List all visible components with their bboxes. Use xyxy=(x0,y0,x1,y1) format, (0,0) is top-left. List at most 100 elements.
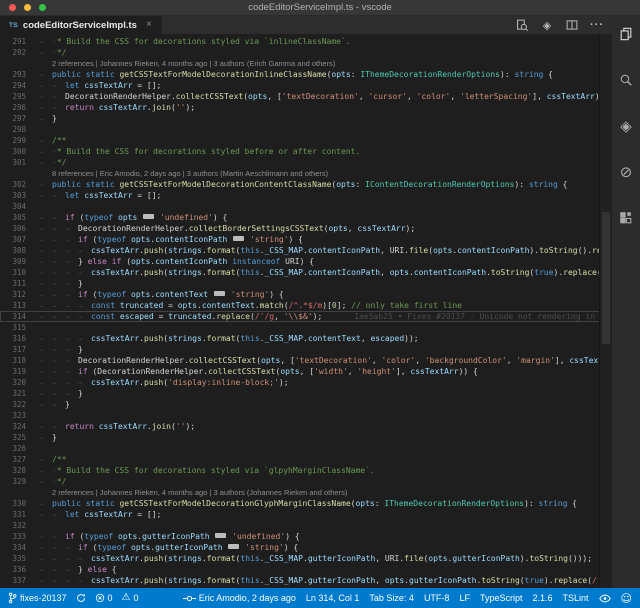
line-number[interactable]: 292 xyxy=(0,47,35,58)
line-number[interactable]: 320 xyxy=(0,377,35,388)
line-number[interactable]: 306 xyxy=(0,223,35,234)
activitybar-debug-disabled-icon[interactable]: ⊘ xyxy=(616,162,636,182)
code-row[interactable]: 319→→→if (DecorationRenderHelper.collect… xyxy=(0,366,612,377)
code-row[interactable]: 295→→DecorationRenderHelper.collectCSSTe… xyxy=(0,91,612,102)
code-row[interactable]: 325→} xyxy=(0,432,612,443)
codelens-text[interactable]: 2 references | Johannes Rieken, 4 months… xyxy=(39,488,347,497)
line-number[interactable]: 302 xyxy=(0,179,35,190)
line-number[interactable]: 293 xyxy=(0,69,35,80)
activitybar-extensions-icon[interactable] xyxy=(616,208,636,228)
code-row[interactable]: 322→→} xyxy=(0,399,612,410)
status-warning[interactable]: ⚠0 xyxy=(122,593,139,603)
code-row[interactable]: 313→→→→const truncated = opts.contentTex… xyxy=(0,300,612,311)
line-number[interactable]: 322 xyxy=(0,399,35,410)
status-eye[interactable] xyxy=(599,594,611,603)
status-2-1-6[interactable]: 2.1.6 xyxy=(532,593,552,603)
line-number[interactable]: 303 xyxy=(0,190,35,201)
code-row[interactable]: 327→/** xyxy=(0,454,612,465)
window-zoom-button[interactable] xyxy=(39,4,46,11)
codelens-text[interactable]: 2 references | Johannes Rieken, 4 months… xyxy=(39,59,335,68)
code-row[interactable]: 315 xyxy=(0,322,612,333)
line-number[interactable]: 301 xyxy=(0,157,35,168)
line-number[interactable]: 315 xyxy=(0,322,35,333)
close-icon[interactable]: × xyxy=(146,20,152,30)
line-number[interactable]: 321 xyxy=(0,388,35,399)
line-number[interactable]: 317 xyxy=(0,344,35,355)
code-row[interactable]: 320→→→→cssTextArr.push('display:inline-b… xyxy=(0,377,612,388)
line-number[interactable]: 328 xyxy=(0,465,35,476)
code-row[interactable]: 333→→if (typeof opts.gutterIconPath !== … xyxy=(0,531,612,542)
line-number[interactable]: 308 xyxy=(0,245,35,256)
status-git-branch[interactable]: fixes-20137 xyxy=(8,592,67,604)
code-row[interactable]: 331→→let cssTextArr = []; xyxy=(0,509,612,520)
code-row[interactable]: 310→→→→cssTextArr.push(strings.format(th… xyxy=(0,267,612,278)
line-number[interactable]: 298 xyxy=(0,124,35,135)
code-row[interactable]: 316→→→→cssTextArr.push(strings.format(th… xyxy=(0,333,612,344)
line-number[interactable]: 333 xyxy=(0,531,35,542)
line-number[interactable]: 331 xyxy=(0,509,35,520)
line-number[interactable]: 335 xyxy=(0,553,35,564)
line-number[interactable]: 323 xyxy=(0,410,35,421)
code-row[interactable]: 311→→→} xyxy=(0,278,612,289)
code-row[interactable]: 303→→let cssTextArr = []; xyxy=(0,190,612,201)
status-commit[interactable]: Eric Amodio, 2 days ago xyxy=(183,593,296,603)
line-number[interactable]: 330 xyxy=(0,498,35,509)
line-number[interactable]: 337 xyxy=(0,575,35,586)
activitybar-search-icon[interactable] xyxy=(616,70,636,90)
code-row[interactable]: 297→} xyxy=(0,113,612,124)
code-row[interactable]: 318→→→DecorationRenderHelper.collectCSST… xyxy=(0,355,612,366)
window-minimize-button[interactable] xyxy=(24,4,31,11)
code-row[interactable]: 308→→→→cssTextArr.push(strings.format(th… xyxy=(0,245,612,256)
code-row[interactable]: 314→→→→const escaped = truncated.replace… xyxy=(0,311,612,322)
codelens-text[interactable]: 8 references | Eric Amodio, 2 days ago |… xyxy=(39,169,328,178)
more-actions-icon[interactable]: ··· xyxy=(590,18,604,32)
line-number[interactable]: 326 xyxy=(0,443,35,454)
vertical-scrollbar[interactable] xyxy=(599,34,612,588)
line-number[interactable]: 316 xyxy=(0,333,35,344)
line-number[interactable]: 304 xyxy=(0,201,35,212)
code-row[interactable]: 298 xyxy=(0,124,612,135)
code-row[interactable]: 335→→→→cssTextArr.push(strings.format(th… xyxy=(0,553,612,564)
line-number[interactable]: 327 xyxy=(0,454,35,465)
status-typescript[interactable]: TypeScript xyxy=(480,593,523,603)
code-row[interactable]: 304 xyxy=(0,201,612,212)
code-row[interactable]: 321→→→} xyxy=(0,388,612,399)
gitlens-icon[interactable]: ◈ xyxy=(540,18,554,32)
line-number[interactable]: 318 xyxy=(0,355,35,366)
open-preview-icon[interactable] xyxy=(515,18,529,32)
code-row[interactable]: 326 xyxy=(0,443,612,454)
code-row[interactable]: 292→·*/ xyxy=(0,47,612,58)
split-editor-icon[interactable] xyxy=(565,18,579,32)
code-row[interactable]: 337→→→→cssTextArr.push(strings.format(th… xyxy=(0,575,612,586)
code-row[interactable]: 323 xyxy=(0,410,612,421)
code-row[interactable]: 307→→→if (typeof opts.contentIconPath ==… xyxy=(0,234,612,245)
line-number[interactable]: 312 xyxy=(0,289,35,300)
code-row[interactable]: 299→/** xyxy=(0,135,612,146)
line-number[interactable]: 295 xyxy=(0,91,35,102)
code-row[interactable]: 305→→if (typeof opts !== 'undefined') { xyxy=(0,212,612,223)
line-number[interactable]: 310 xyxy=(0,267,35,278)
codelens-row[interactable]: 2 references | Johannes Rieken, 4 months… xyxy=(0,58,612,69)
line-number[interactable]: 299 xyxy=(0,135,35,146)
code-editor[interactable]: 291→·* Build the CSS for decorations sty… xyxy=(0,34,612,588)
code-row[interactable]: 309→→→} else if (opts.contentIconPath in… xyxy=(0,256,612,267)
status-tab-size-4[interactable]: Tab Size: 4 xyxy=(369,593,414,603)
activitybar-gitlens-icon[interactable]: ◈ xyxy=(616,116,636,136)
line-number[interactable]: 307 xyxy=(0,234,35,245)
code-row[interactable]: 334→→→if (typeof opts.gutterIconPath ===… xyxy=(0,542,612,553)
line-number[interactable]: 297 xyxy=(0,113,35,124)
code-row[interactable]: 296→→return cssTextArr.join(''); xyxy=(0,102,612,113)
code-row[interactable]: 302→public static getCSSTextForModelDeco… xyxy=(0,179,612,190)
status-tslint[interactable]: TSLint xyxy=(563,593,589,603)
line-number[interactable]: 334 xyxy=(0,542,35,553)
status-ln-314-col-1[interactable]: Ln 314, Col 1 xyxy=(306,593,360,603)
line-number[interactable]: 309 xyxy=(0,256,35,267)
line-number[interactable]: 311 xyxy=(0,278,35,289)
line-number[interactable]: 329 xyxy=(0,476,35,487)
status-utf-8[interactable]: UTF-8 xyxy=(424,593,450,603)
line-number[interactable]: 313 xyxy=(0,300,35,311)
window-close-button[interactable] xyxy=(9,4,16,11)
code-row[interactable]: 332 xyxy=(0,520,612,531)
tab-codeEditorServiceImpl[interactable]: TS codeEditorServiceImpl.ts × xyxy=(0,16,162,34)
code-row[interactable]: 293→public static getCSSTextForModelDeco… xyxy=(0,69,612,80)
